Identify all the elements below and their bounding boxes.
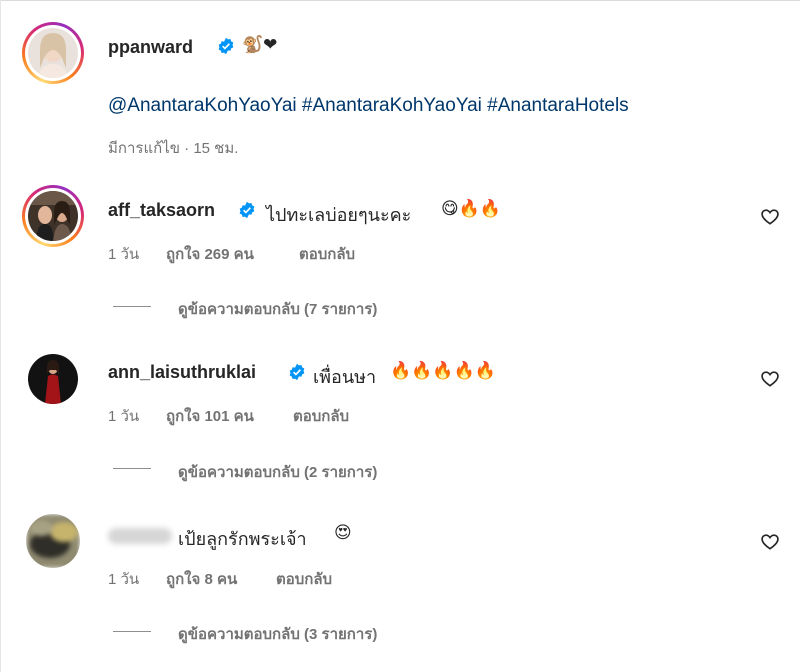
view-replies-button[interactable]: ดูข้อความตอบกลับ (7 รายการ) — [178, 297, 377, 321]
comment-text: เป้ยลูกรักพระเจ้า — [178, 529, 307, 549]
post-author-avatar[interactable] — [22, 22, 84, 84]
left-divider — [0, 0, 1, 672]
comment-likes[interactable]: ถูกใจ 8 คน — [166, 567, 237, 591]
comment-text: เพื่อนษา — [313, 367, 377, 387]
caption-emoji: 🐒❤ — [242, 35, 278, 55]
reply-button[interactable]: ตอบกลับ — [293, 404, 349, 428]
comment-likes[interactable]: ถูกใจ 269 คน — [166, 242, 254, 266]
replies-divider — [113, 468, 151, 469]
comment-avatar[interactable] — [22, 185, 84, 247]
comment-avatar[interactable] — [28, 354, 78, 404]
comment-time: 1 วัน — [108, 408, 140, 425]
view-replies-button[interactable]: ดูข้อความตอบกลับ (3 รายการ) — [178, 622, 377, 646]
verified-badge-icon — [218, 37, 234, 55]
heart-icon[interactable] — [760, 207, 780, 227]
comment-likes[interactable]: ถูกใจ 101 คน — [166, 404, 254, 428]
view-replies-button[interactable]: ดูข้อความตอบกลับ (2 รายการ) — [178, 460, 377, 484]
heart-icon[interactable] — [760, 532, 780, 552]
comment-emoji: 😋🔥🔥 — [441, 199, 502, 219]
verified-badge-icon — [289, 363, 305, 381]
post-meta: มีการแก้ไข · 15 ชม. — [108, 140, 239, 157]
replies-divider — [113, 631, 151, 632]
comment-username-blurred[interactable] — [108, 528, 172, 544]
post-username[interactable]: ppanward — [108, 37, 193, 58]
comment-username[interactable]: aff_taksaorn — [108, 200, 215, 221]
comment-text: ไปทะเลบ่อยๆนะคะ — [266, 205, 412, 225]
comment-time: 1 วัน — [108, 571, 140, 588]
comment-emoji: 😍 — [334, 523, 352, 543]
caption-hashtags[interactable]: @AnantaraKohYaoYai #AnantaraKohYaoYai #A… — [108, 95, 629, 117]
verified-badge-icon — [239, 201, 255, 219]
top-divider — [0, 0, 800, 1]
heart-icon[interactable] — [760, 369, 780, 389]
comment-username[interactable]: ann_laisuthruklai — [108, 362, 256, 383]
reply-button[interactable]: ตอบกลับ — [299, 242, 355, 266]
comment-time: 1 วัน — [108, 246, 140, 263]
comment-avatar[interactable] — [26, 514, 80, 568]
reply-button[interactable]: ตอบกลับ — [276, 567, 332, 591]
replies-divider — [113, 306, 151, 307]
comment-emoji: 🔥🔥🔥🔥🔥 — [390, 361, 496, 381]
